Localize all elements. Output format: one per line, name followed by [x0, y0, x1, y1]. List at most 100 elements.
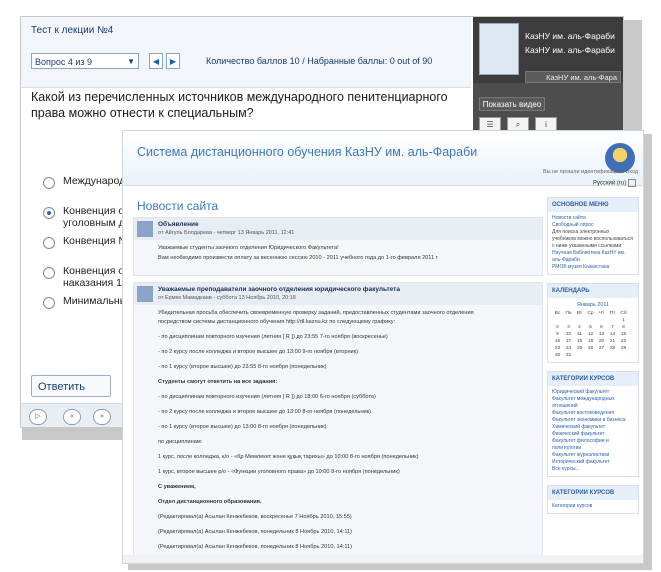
calendar-date: [585, 317, 596, 324]
rewind-icon[interactable]: «: [63, 409, 81, 425]
category-link[interactable]: Исторический факультет: [552, 459, 634, 466]
calendar-date[interactable]: 20: [596, 338, 607, 345]
calendar-day-header: Ср: [587, 311, 594, 316]
category-link[interactable]: Физический факультет: [552, 431, 634, 438]
calendar-date[interactable]: 15: [618, 331, 629, 338]
post-line: - по дисциплинам повторного изучения (ле…: [158, 394, 376, 400]
radio-button-selected[interactable]: [43, 207, 55, 219]
post-line: Студенты смогут ответить на все задания:: [158, 379, 278, 385]
show-video-button[interactable]: Показать видео: [479, 97, 545, 111]
post-title: Объявление: [158, 221, 199, 228]
site-title: Система дистанционного обучения КазНУ им…: [137, 145, 478, 159]
calendar-day-header: Пт: [609, 311, 616, 316]
next-question-button[interactable]: ▶: [166, 53, 180, 69]
login-status[interactable]: Вы не прошли идентификацию. Вход: [543, 169, 638, 175]
post-line: 1 курс, второе высшее р/о - «Функции уго…: [158, 469, 400, 475]
category-link[interactable]: Факультет философии и политологии: [552, 438, 634, 452]
news-post: Объявление от Айгуль Болдарева - четверг…: [133, 217, 543, 276]
post-title: Уважаемые преподаватели заочного отделен…: [158, 286, 400, 293]
news-title: Новости сайта: [137, 199, 219, 213]
info-icon[interactable]: i: [535, 117, 557, 131]
block-body: Категории курсов: [548, 500, 638, 513]
category-link[interactable]: Факультет экономики и бизнеса: [552, 417, 634, 424]
category-link[interactable]: Юридический факультет: [552, 389, 634, 396]
calendar-date[interactable]: 22: [618, 338, 629, 345]
category-link[interactable]: Факультет востоковедения: [552, 410, 634, 417]
radio-button[interactable]: [43, 237, 55, 249]
menu-link[interactable]: Новости сайта: [552, 215, 634, 222]
post-meta: от Айгуль Болдарева - четверг 13 Январь …: [158, 230, 295, 236]
question-select[interactable]: Вопрос 4 из 9 ▼: [31, 53, 139, 69]
calendar-date[interactable]: 30: [552, 352, 563, 359]
calendar-date[interactable]: 29: [618, 345, 629, 352]
calendar-date[interactable]: 4: [574, 324, 585, 331]
post-line: по дисциплинам:: [158, 439, 203, 445]
calendar-date[interactable]: 9: [552, 331, 563, 338]
score-text: Количество баллов 10 / Набранные баллы: …: [206, 56, 433, 66]
chevron-down-icon: ▼: [127, 57, 135, 66]
calendar-date[interactable]: 5: [585, 324, 596, 331]
calendar-date: [607, 352, 618, 359]
answer-button[interactable]: Ответить: [31, 375, 111, 397]
calendar-date[interactable]: 21: [607, 338, 618, 345]
play-icon[interactable]: ▷: [29, 409, 47, 425]
language-value: Русский (ru): [593, 180, 627, 187]
calendar-date[interactable]: 31: [563, 352, 574, 359]
calendar-date[interactable]: 12: [585, 331, 596, 338]
search-icon[interactable]: ⌕: [507, 117, 529, 131]
calendar-date[interactable]: 2: [552, 324, 563, 331]
calendar-date[interactable]: 8: [618, 324, 629, 331]
calendar-date[interactable]: 14: [607, 331, 618, 338]
test-header: Тест к лекции №4 Вопрос 4 из 9 ▼ ◀ ▶ Кол…: [21, 17, 471, 88]
calendar-date[interactable]: 16: [552, 338, 563, 345]
post-line: - по 1 курсу (второе высшее) до 13:00 8-…: [158, 424, 327, 430]
university-logo: [479, 23, 519, 75]
calendar-date[interactable]: 3: [563, 324, 574, 331]
category-link[interactable]: Факультет журналистики: [552, 452, 634, 459]
category-link[interactable]: Химический факультет: [552, 424, 634, 431]
category-link[interactable]: Все курсы...: [552, 466, 634, 473]
calendar-date[interactable]: 1: [618, 317, 629, 324]
university-button[interactable]: КазНУ им. аль-Фара: [525, 71, 621, 83]
calendar-date[interactable]: 23: [552, 345, 563, 352]
calendar-date[interactable]: 10: [563, 331, 574, 338]
radio-button[interactable]: [43, 267, 55, 279]
media-controls: ▷ « »: [21, 403, 131, 427]
calendar-date[interactable]: 18: [574, 338, 585, 345]
menu-link[interactable]: Научная Библиотека КазНУ им. аль-Фараби: [552, 250, 634, 264]
calendar-date: [552, 317, 563, 324]
site-window: Система дистанционного обучения КазНУ им…: [122, 130, 644, 564]
forward-icon[interactable]: »: [93, 409, 111, 425]
calendar-date[interactable]: 19: [585, 338, 596, 345]
post-meta: от Ермек Мамадкаев - суббота 13 Ноябрь 2…: [158, 295, 296, 301]
calendar-date[interactable]: 17: [563, 338, 574, 345]
calendar-date[interactable]: 24: [563, 345, 574, 352]
language-select[interactable]: Русский (ru): [593, 179, 637, 187]
menu-link[interactable]: РМОБ музея Казахстана: [552, 264, 634, 271]
radio-button[interactable]: [43, 177, 55, 189]
calendar-day-header: Вт: [576, 311, 583, 316]
calendar-date[interactable]: 27: [596, 345, 607, 352]
calendar-date[interactable]: 26: [585, 345, 596, 352]
calendar-date[interactable]: 13: [596, 331, 607, 338]
calendar-date[interactable]: 6: [596, 324, 607, 331]
prev-question-button[interactable]: ◀: [149, 53, 163, 69]
block-body: Январь 2011 Вс Пн Вт Ср Чт Пт Сб 1 2 3 4 5 6 7 8 9 10 11 1…: [548, 298, 638, 362]
post-line: Вам необходимо произвести оплату за весе…: [158, 255, 438, 261]
calendar-day-header: Сб: [620, 311, 627, 316]
categories-block-2: КАТЕГОРИИ КУРСОВ Категории курсов: [547, 485, 639, 514]
calendar-date[interactable]: 28: [607, 345, 618, 352]
calendar-date: [596, 352, 607, 359]
category-link[interactable]: Факультет международных отношений: [552, 396, 634, 410]
calendar-date[interactable]: 7: [607, 324, 618, 331]
category-link[interactable]: Категории курсов: [552, 503, 634, 510]
calendar-date: [563, 317, 574, 324]
calendar-date[interactable]: 11: [574, 331, 585, 338]
calendar-date[interactable]: 25: [574, 345, 585, 352]
calendar-day-header: Пн: [565, 311, 572, 316]
menu-link[interactable]: Свободный опрос: [552, 222, 634, 229]
radio-button[interactable]: [43, 297, 55, 309]
list-icon[interactable]: ☰: [479, 117, 501, 131]
video-panel-header: КазНУ им. аль-Фараби КазНУ им. аль-Фараб…: [473, 17, 623, 83]
post-body: Уважаемые студенты заочного отделения Юр…: [134, 240, 542, 275]
